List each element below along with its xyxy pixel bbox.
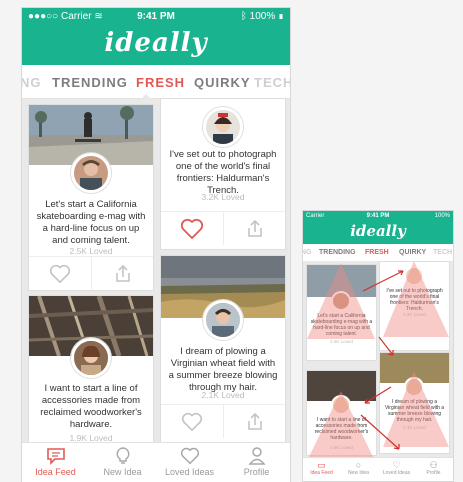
author-avatar[interactable] [71,153,111,193]
status-bar: ●●●○○ Carrier ≋ 9:41 PM ᛒ 100% ▮ [22,11,290,25]
mini-tab-trending[interactable]: TRENDING [319,249,356,256]
card-description: I dream of plowing a Virginian wheat fie… [168,346,278,393]
category-tabs: NG TRENDING FRESH QUIRKY TECH [22,65,290,99]
nav-idea-feed[interactable]: Idea Feed [22,447,89,477]
mini-status-time: 9:41 PM [366,213,390,219]
love-button[interactable] [29,257,91,290]
active-tab-indicator [140,94,152,100]
heart-outline-icon [181,412,203,431]
mini-card-loved-count: 2.5K Loved [330,339,353,344]
mini-nav-loved-ideas[interactable]: ♡ Loved Ideas [378,460,415,476]
bluetooth-icon: ᛒ [240,11,247,22]
idea-card-skateboarding[interactable]: Let's start a California skateboarding e… [29,105,153,290]
card-loved-count: 2.5K Loved [69,246,113,256]
heart-icon: ♡ [392,460,401,470]
mini-author-avatar [404,377,424,397]
mini-card-wheat-field[interactable]: I dream of plowing a Virginian wheat fie… [380,353,449,453]
mini-tab-fresh[interactable]: FRESH [365,249,389,256]
speech-bubble-icon: ▭ [317,460,326,470]
tab-tech-partial[interactable]: NG [22,75,42,90]
mini-nav-new-idea[interactable]: ○ New Idea [340,460,377,476]
tab-fresh[interactable]: FRESH [136,75,185,90]
mini-card-skateboarding[interactable]: Let's start a California skateboarding e… [307,265,376,360]
nav-loved-ideas[interactable]: Loved Ideas [156,447,223,477]
heart-icon [180,447,199,465]
battery-label: ᛒ 100% ▮ [241,11,284,22]
mini-nav-label: New Idea [347,470,370,476]
mini-card-loved-count: 1.9K Loved [330,445,353,450]
love-button[interactable] [161,212,223,245]
mini-app-header: Carrier 9:41 PM 100% ideally [303,211,453,244]
mini-battery: 100% [434,213,450,219]
mini-nav-profile[interactable]: ⚇ Profile [415,460,452,476]
main-phone-screen: ●●●○○ Carrier ≋ 9:41 PM ᛒ 100% ▮ ideally… [22,8,290,482]
nav-label: New Idea [103,467,142,477]
lightbulb-icon [116,447,129,464]
mini-card-trench[interactable]: I've set out to photograph one of the wo… [380,262,449,350]
tab-trending[interactable]: TRENDING [52,75,128,90]
mini-phone-screen: Carrier 9:41 PM 100% ideally NG TRENDING… [303,211,453,481]
app-logo: ideally [104,28,208,58]
person-icon [247,447,266,465]
card-loved-count: 3.2K Loved [201,192,245,202]
card-actions [161,404,285,438]
share-icon [247,219,262,237]
tab-quirky[interactable]: QUIRKY [194,75,251,90]
share-icon [247,412,262,430]
author-avatar[interactable] [203,300,243,340]
mini-nav-label: Profile [426,470,441,476]
card-description: I want to start a line of accessories ma… [40,383,142,430]
lightbulb-icon: ○ [355,460,362,470]
card-actions [161,211,285,245]
mini-app-logo: ideally [350,222,406,240]
author-avatar[interactable] [71,338,111,378]
share-button[interactable] [223,212,285,245]
heart-outline-icon [180,218,204,239]
mini-category-tabs: NG TRENDING FRESH QUIRKY TECH [303,244,453,261]
idea-card-wheat-field[interactable]: I dream of plowing a Virginian wheat fie… [161,256,285,448]
card-description: Let's start a California skateboarding e… [36,199,146,246]
mini-tab-tech[interactable]: TECH [433,249,452,256]
mini-tab-partial[interactable]: NG [303,249,312,256]
nav-profile[interactable]: Profile [223,447,290,477]
mini-card-description: I dream of plowing a Virginian wheat fie… [384,399,445,423]
mini-author-avatar [331,395,351,415]
heart-outline-icon [49,264,71,283]
idea-card-trench[interactable]: I've set out to photograph one of the wo… [161,99,285,249]
mini-card-description: I want to start a line of accessories ma… [314,417,369,441]
mini-author-avatar [404,266,424,286]
nav-new-idea[interactable]: New Idea [89,447,156,477]
nav-label: Profile [243,467,270,477]
mini-card-loved-count: 2.1K Loved [403,425,426,430]
mini-card-description: Let's start a California skateboarding e… [310,313,373,337]
mini-nav-label: Idea Feed [310,470,333,476]
mini-card-loved-count: 3.2K Loved [403,312,426,317]
love-button[interactable] [161,405,223,438]
speech-bubble-icon [46,448,65,465]
tab-tech[interactable]: TECH [254,75,290,90]
share-button[interactable] [91,257,153,290]
bottom-navigation: Idea Feed New Idea Loved Ideas Profile [22,442,290,482]
battery-icon: ▮ [278,11,284,22]
idea-card-accessories[interactable]: I want to start a line of accessories ma… [29,296,153,448]
author-avatar[interactable] [203,107,243,147]
card-actions [29,256,153,290]
nav-label: Loved Ideas [164,467,215,477]
mini-nav-label: Loved Ideas [382,470,411,476]
mini-author-avatar [331,291,351,311]
mini-card-accessories[interactable]: I want to start a line of accessories ma… [307,371,376,455]
battery-text: 100% [249,11,276,22]
mini-bottom-navigation: ▭ Idea Feed ○ New Idea ♡ Loved Ideas ⚇ Profi… [303,457,453,481]
app-header: ●●●○○ Carrier ≋ 9:41 PM ᛒ 100% ▮ ideally [22,8,290,65]
share-icon [115,264,130,282]
card-loved-count: 2.1K Loved [201,390,245,400]
nav-label: Idea Feed [35,467,76,477]
mini-nav-idea-feed[interactable]: ▭ Idea Feed [303,460,340,476]
mini-tab-quirky[interactable]: QUIRKY [399,249,426,256]
person-icon: ⚇ [429,460,438,470]
share-button[interactable] [223,405,285,438]
mini-card-description: I've set out to photograph one of the wo… [386,288,443,312]
card-description: I've set out to photograph one of the wo… [169,149,277,196]
